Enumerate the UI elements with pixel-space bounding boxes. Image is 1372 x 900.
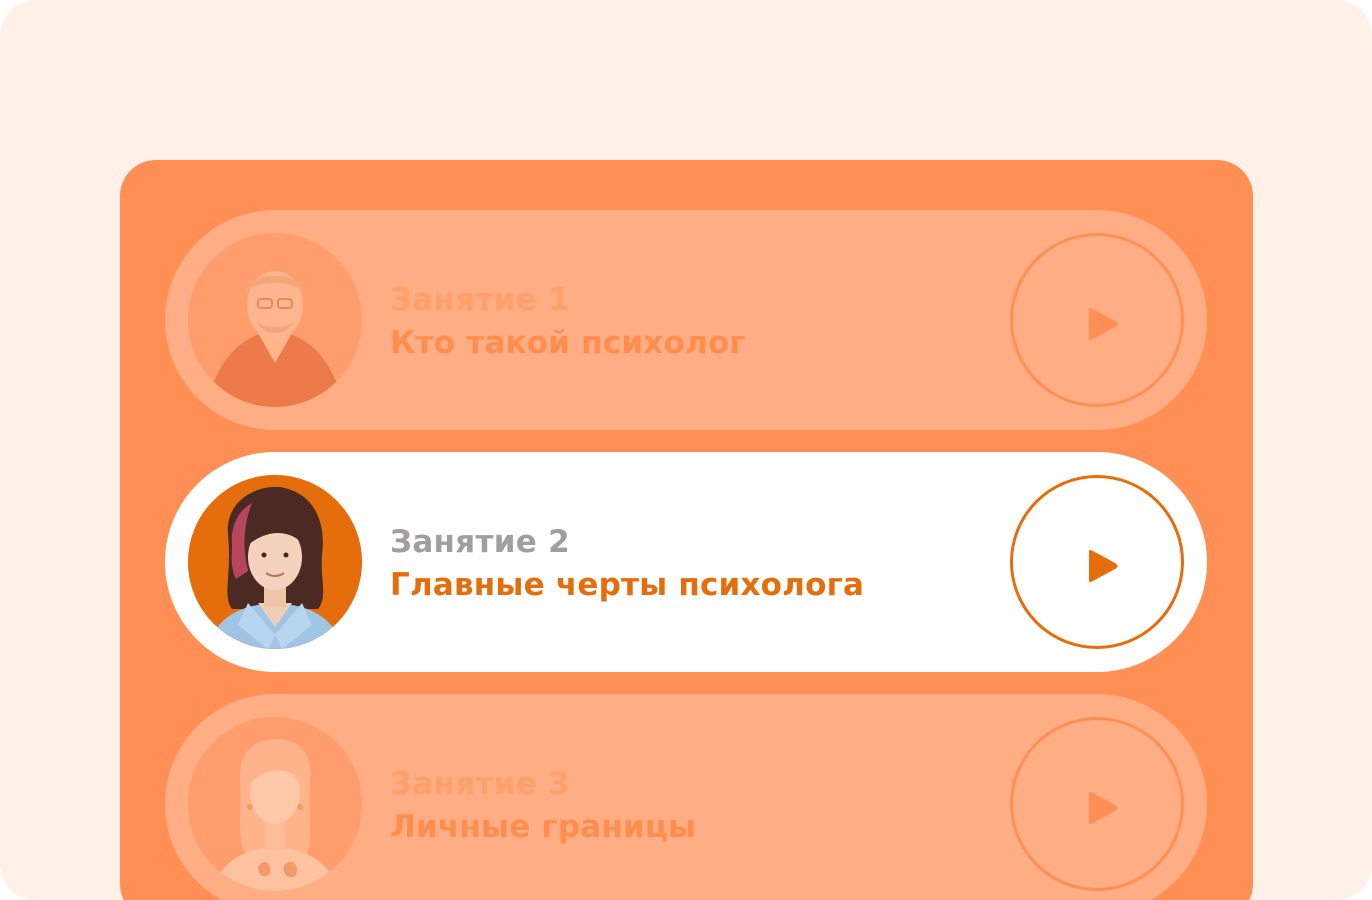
play-button[interactable] [1010,475,1184,649]
lecturer-avatar [188,475,362,649]
page-background: Занятие 1 Кто такой психолог Занятие 2 Г… [0,0,1372,900]
lecturer-photo-1 [188,233,362,407]
lesson-item-1[interactable]: Занятие 1 Кто такой психолог [165,210,1207,430]
play-icon [1089,308,1118,340]
lecturer-photo-3 [188,717,362,891]
lesson-texts: Занятие 1 Кто такой психолог [390,280,746,366]
lesson-item-2[interactable]: Занятие 2 Главные черты психолога [165,452,1207,672]
lesson-number: Занятие 1 [390,282,571,318]
play-button[interactable] [1010,717,1184,891]
lesson-texts: Занятие 3 Личные границы [390,764,696,850]
play-button[interactable] [1010,233,1184,407]
play-icon [1089,550,1118,582]
play-icon [1089,792,1118,824]
lecturer-avatar [188,233,362,407]
lesson-texts: Занятие 2 Главные черты психолога [390,522,864,608]
lesson-title[interactable]: Личные границы [390,804,696,850]
lesson-item-3[interactable]: Занятие 3 Личные границы [165,694,1207,900]
lesson-number: Занятие 2 [390,524,571,560]
lesson-title[interactable]: Главные черты психолога [390,562,864,608]
lecturer-avatar [188,717,362,891]
lesson-number: Занятие 3 [390,766,571,802]
lesson-title[interactable]: Кто такой психолог [390,320,746,366]
lessons-panel: Занятие 1 Кто такой психолог Занятие 2 Г… [120,160,1253,900]
lecturer-photo-2 [188,475,362,649]
